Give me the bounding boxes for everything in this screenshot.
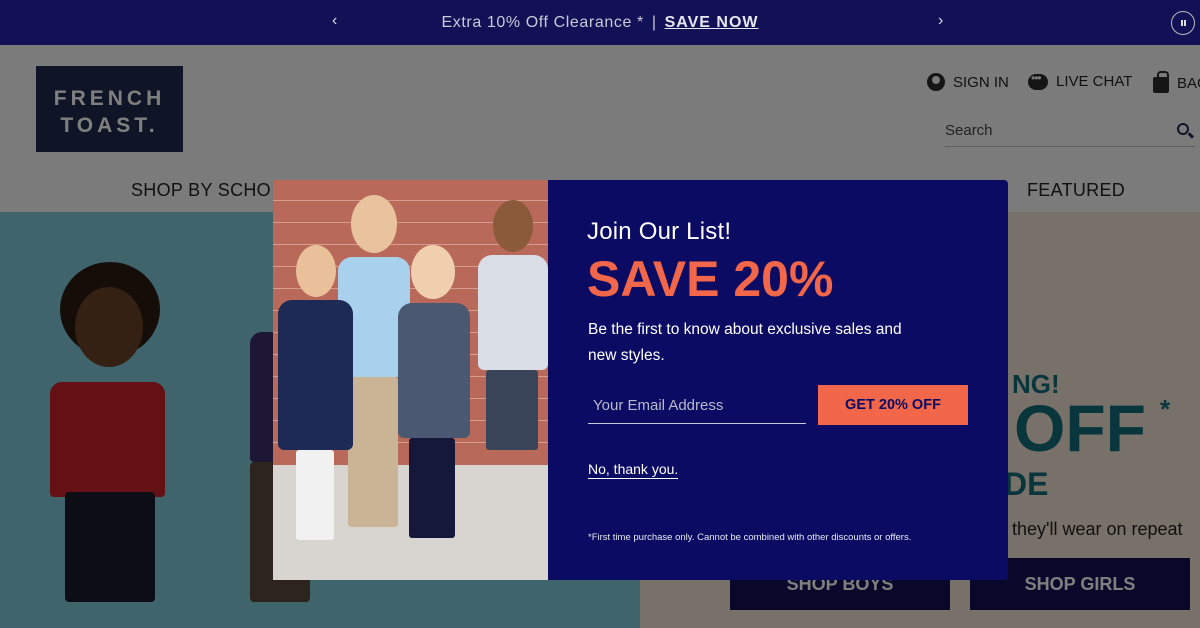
- modal-headline: SAVE 20%: [587, 251, 834, 307]
- no-thanks-link[interactable]: No, thank you.: [588, 461, 679, 479]
- promo-next-icon[interactable]: ›: [938, 12, 943, 30]
- modal-content: Join Our List! SAVE 20% Be the first to …: [548, 180, 1008, 580]
- pause-icon[interactable]: [1171, 11, 1195, 35]
- modal-description: Be the first to know about exclusive sal…: [588, 321, 902, 364]
- photo-child-plaid: [393, 245, 473, 545]
- get-discount-button[interactable]: GET 20% OFF: [818, 385, 968, 425]
- fine-print: *First time purchase only. Cannot be com…: [588, 532, 912, 543]
- photo-child-boy: [478, 200, 548, 530]
- photo-child-navy-dress: [278, 245, 353, 545]
- email-field[interactable]: [588, 388, 806, 424]
- promo-separator: |: [651, 14, 657, 31]
- email-signup-modal: Join Our List! SAVE 20% Be the first to …: [273, 180, 1008, 580]
- promo-message: Extra 10% Off Clearance * | SAVE NOW: [0, 14, 1200, 32]
- promo-text: Extra 10% Off Clearance *: [441, 14, 644, 31]
- modal-photo: [273, 180, 548, 580]
- save-now-link[interactable]: SAVE NOW: [665, 14, 759, 31]
- promo-bar: ‹ Extra 10% Off Clearance * | SAVE NOW ›: [0, 0, 1200, 45]
- modal-title: Join Our List!: [587, 218, 732, 245]
